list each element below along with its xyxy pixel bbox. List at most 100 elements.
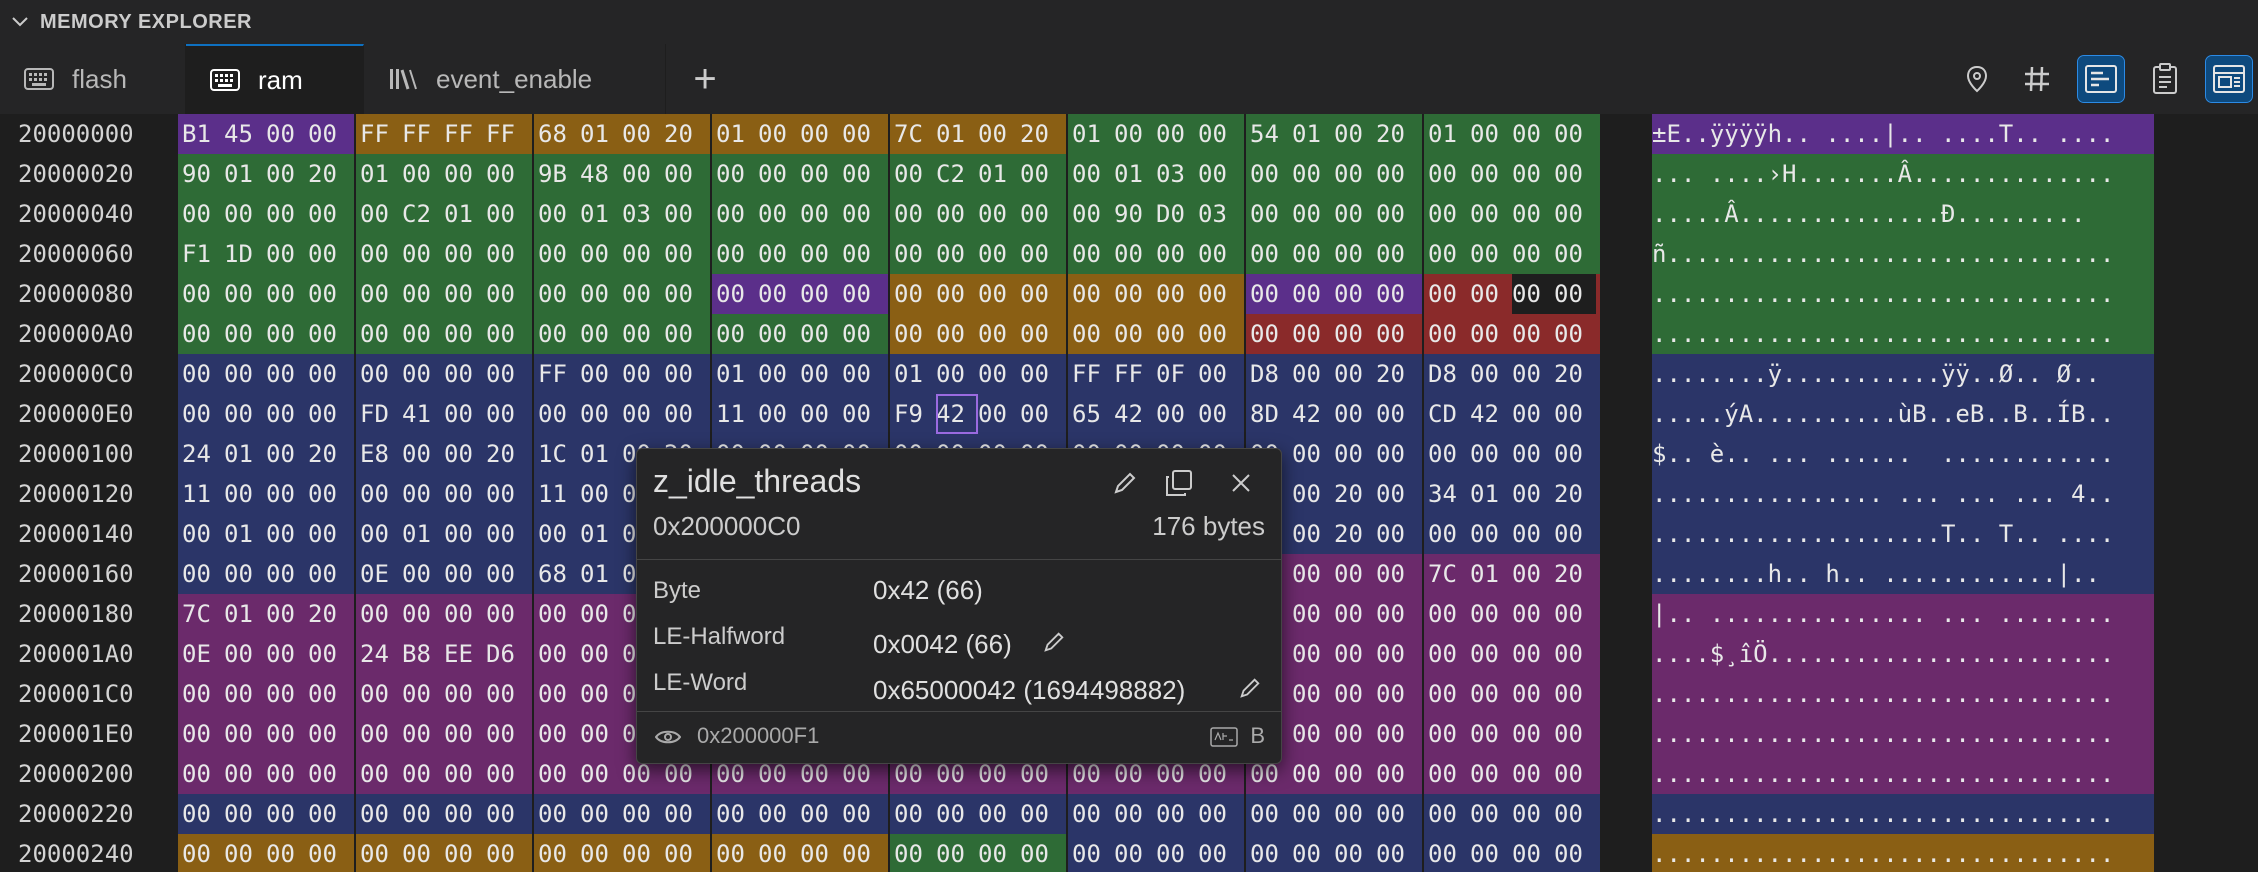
- memory-byte[interactable]: 00: [1292, 274, 1334, 314]
- memory-word[interactable]: 01 00 00 00: [712, 114, 888, 154]
- memory-byte[interactable]: 00: [1334, 834, 1376, 872]
- memory-byte[interactable]: 00: [360, 274, 402, 314]
- memory-byte[interactable]: 00: [308, 634, 350, 674]
- memory-word[interactable]: 00 90 D0 03: [1068, 194, 1244, 234]
- memory-byte[interactable]: 00: [1512, 234, 1554, 274]
- ascii-column[interactable]: ....................T.. T.. ....: [1652, 514, 2154, 554]
- memory-byte[interactable]: 01: [224, 434, 266, 474]
- memory-byte[interactable]: 00: [182, 554, 224, 594]
- eye-icon[interactable]: [653, 725, 683, 749]
- memory-byte[interactable]: 00: [1554, 834, 1596, 872]
- memory-byte[interactable]: F1: [182, 234, 224, 274]
- memory-word[interactable]: 00000000: [534, 314, 710, 354]
- copy-icon[interactable]: [1159, 463, 1199, 503]
- clipboard-icon[interactable]: [2142, 56, 2188, 102]
- memory-byte[interactable]: 00: [538, 674, 580, 714]
- memory-byte[interactable]: 00: [224, 794, 266, 834]
- memory-byte[interactable]: 00: [1292, 674, 1334, 714]
- memory-byte[interactable]: 00: [758, 394, 800, 434]
- memory-byte[interactable]: 00: [182, 514, 224, 554]
- memory-byte[interactable]: 00: [182, 834, 224, 872]
- memory-byte[interactable]: 00: [444, 714, 486, 754]
- memory-word[interactable]: 00000000: [1068, 234, 1244, 274]
- memory-byte[interactable]: 45: [224, 114, 266, 154]
- memory-byte[interactable]: 00: [1376, 234, 1418, 274]
- memory-byte[interactable]: 00: [800, 834, 842, 872]
- memory-word[interactable]: 00000000: [712, 194, 888, 234]
- memory-byte[interactable]: 00: [360, 354, 402, 394]
- memory-byte[interactable]: 00: [978, 834, 1020, 872]
- memory-byte[interactable]: 00: [360, 514, 402, 554]
- memory-byte[interactable]: 20: [308, 154, 350, 194]
- memory-byte[interactable]: 00: [1470, 434, 1512, 474]
- memory-byte[interactable]: 00: [538, 314, 580, 354]
- memory-byte[interactable]: 00: [486, 794, 528, 834]
- memory-byte[interactable]: 00: [266, 834, 308, 872]
- memory-byte[interactable]: 00: [402, 834, 444, 872]
- memory-word[interactable]: 01 00 00 00: [1424, 114, 1600, 154]
- memory-byte[interactable]: 00: [308, 834, 350, 872]
- memory-byte[interactable]: 00: [1198, 314, 1240, 354]
- memory-byte[interactable]: B1: [182, 114, 224, 154]
- memory-byte[interactable]: 11: [716, 394, 758, 434]
- memory-word[interactable]: 00000000: [356, 474, 532, 514]
- memory-byte[interactable]: 00: [486, 274, 528, 314]
- memory-word[interactable]: 00000000: [1246, 194, 1422, 234]
- memory-byte[interactable]: 00: [580, 314, 622, 354]
- memory-byte[interactable]: 00: [842, 194, 884, 234]
- memory-byte[interactable]: 00: [1198, 154, 1240, 194]
- memory-byte[interactable]: 00: [1470, 754, 1512, 794]
- memory-byte[interactable]: 00: [1292, 714, 1334, 754]
- memory-byte[interactable]: 00: [308, 474, 350, 514]
- memory-byte[interactable]: 00: [1376, 794, 1418, 834]
- memory-byte[interactable]: 00: [266, 434, 308, 474]
- memory-byte[interactable]: 7C: [182, 594, 224, 634]
- memory-byte[interactable]: 00: [1020, 394, 1062, 434]
- tab-flash[interactable]: flash: [0, 44, 186, 114]
- memory-byte[interactable]: 00: [758, 834, 800, 872]
- edit-icon[interactable]: [1105, 463, 1145, 503]
- memory-byte[interactable]: 00: [402, 354, 444, 394]
- memory-byte[interactable]: 00: [758, 194, 800, 234]
- close-icon[interactable]: [1221, 463, 1261, 503]
- memory-word[interactable]: FF FF 0F 00: [1068, 354, 1244, 394]
- memory-byte[interactable]: 00: [758, 794, 800, 834]
- memory-byte[interactable]: 00: [1554, 794, 1596, 834]
- memory-byte[interactable]: 01: [1072, 114, 1114, 154]
- memory-byte[interactable]: 01: [580, 114, 622, 154]
- memory-byte[interactable]: 0E: [182, 634, 224, 674]
- memory-byte[interactable]: 00: [800, 274, 842, 314]
- memory-byte[interactable]: 00: [308, 194, 350, 234]
- memory-word[interactable]: 00000000: [1246, 154, 1422, 194]
- memory-byte[interactable]: 00: [360, 714, 402, 754]
- memory-word[interactable]: 00000000: [1424, 674, 1600, 714]
- memory-byte[interactable]: 00: [1250, 834, 1292, 872]
- memory-byte[interactable]: 00: [978, 394, 1020, 434]
- memory-byte[interactable]: 00: [1292, 194, 1334, 234]
- memory-byte[interactable]: 00: [1512, 674, 1554, 714]
- memory-byte[interactable]: 00: [622, 154, 664, 194]
- memory-byte[interactable]: 00: [716, 274, 758, 314]
- memory-byte[interactable]: B8: [402, 634, 444, 674]
- memory-byte[interactable]: 00: [842, 314, 884, 354]
- ascii-column[interactable]: ... ....›H.......Â..............: [1652, 154, 2154, 194]
- memory-byte[interactable]: 00: [1250, 794, 1292, 834]
- memory-byte[interactable]: 24: [182, 434, 224, 474]
- memory-byte[interactable]: 00: [538, 234, 580, 274]
- memory-word[interactable]: 00000000: [178, 754, 354, 794]
- memory-word[interactable]: 00000000: [1246, 794, 1422, 834]
- memory-word[interactable]: 00000000: [1068, 794, 1244, 834]
- memory-byte[interactable]: 00: [936, 194, 978, 234]
- memory-word[interactable]: 00000000: [1246, 314, 1422, 354]
- memory-byte[interactable]: 00: [1334, 274, 1376, 314]
- memory-word[interactable]: CD 42 00 00: [1424, 394, 1600, 434]
- memory-byte[interactable]: 00: [444, 794, 486, 834]
- memory-byte[interactable]: 00: [800, 234, 842, 274]
- memory-byte[interactable]: 00: [1428, 834, 1470, 872]
- memory-byte[interactable]: 00: [1470, 314, 1512, 354]
- ascii-column[interactable]: ±E..ÿÿÿÿh.. ....|.. ....T.. ....: [1652, 114, 2154, 154]
- memory-byte[interactable]: 00: [266, 234, 308, 274]
- memory-byte[interactable]: 00: [978, 234, 1020, 274]
- memory-word[interactable]: 00000000: [178, 674, 354, 714]
- edit-word-icon[interactable]: [1233, 671, 1267, 705]
